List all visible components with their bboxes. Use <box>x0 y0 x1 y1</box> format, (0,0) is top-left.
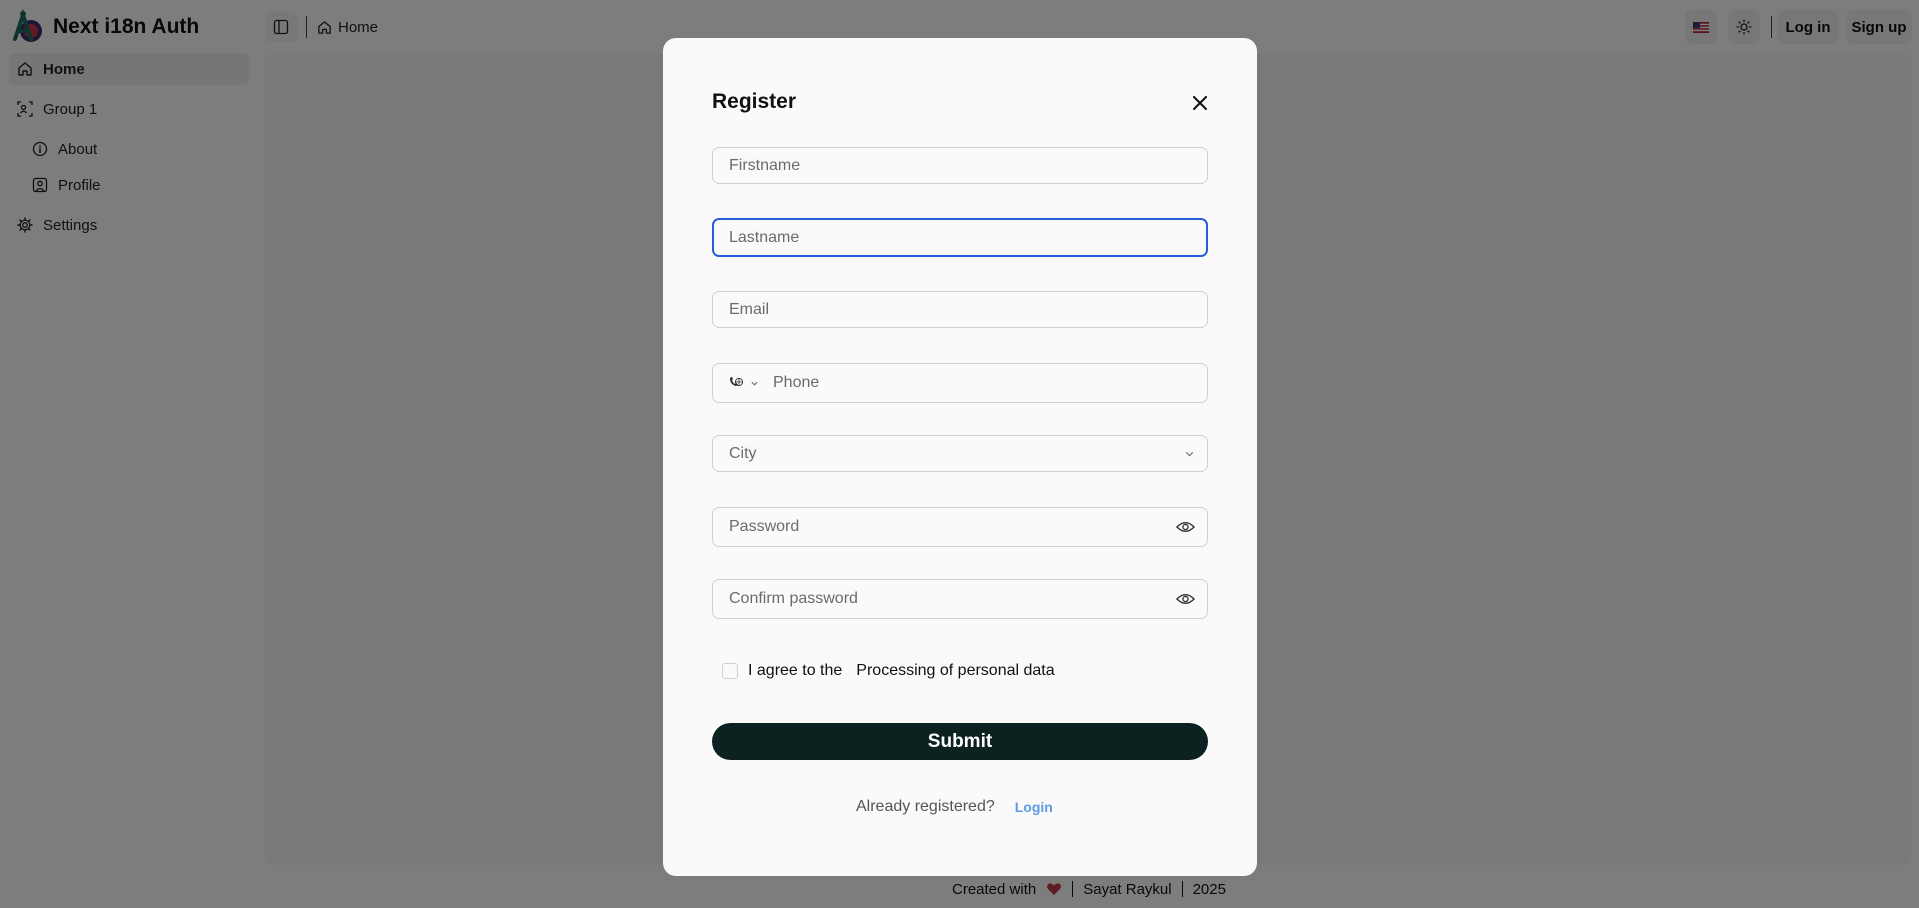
city-placeholder: City <box>729 444 757 462</box>
lastname-input[interactable]: Lastname <box>712 218 1208 257</box>
password-placeholder: Password <box>729 518 800 535</box>
firstname-placeholder: Firstname <box>729 156 801 174</box>
country-select[interactable] <box>725 376 759 390</box>
confirm-password-input[interactable]: Confirm password <box>712 579 1208 619</box>
already-registered-row: Already registered? Login <box>856 798 1053 816</box>
chevron-down-icon <box>1184 448 1195 459</box>
lastname-placeholder: Lastname <box>729 228 800 246</box>
personal-data-link[interactable]: Processing of personal data <box>856 662 1054 680</box>
chevron-down-icon <box>751 381 758 386</box>
submit-button[interactable]: Submit <box>712 723 1208 760</box>
confirm-password-placeholder: Confirm password <box>729 590 858 607</box>
phone-placeholder: Phone <box>773 374 820 391</box>
agree-label: I agree to the <box>748 662 843 679</box>
agree-row: I agree to the Processing of personal da… <box>722 662 1055 680</box>
email-input[interactable]: Email <box>712 291 1208 328</box>
already-registered-text: Already registered? <box>856 798 995 815</box>
dialog-title: Register <box>712 90 797 113</box>
phone-input[interactable]: Phone <box>712 363 1208 403</box>
email-placeholder: Email <box>729 300 770 318</box>
firstname-input[interactable]: Firstname <box>712 147 1208 184</box>
login-link[interactable]: Login <box>1015 799 1053 815</box>
close-icon <box>1193 96 1207 110</box>
register-dialog: Register Firstname Lastname Email Phone … <box>663 38 1257 876</box>
agree-checkbox[interactable] <box>722 663 738 679</box>
close-button[interactable] <box>1187 90 1213 116</box>
password-input[interactable]: Password <box>712 507 1208 547</box>
city-select[interactable]: City <box>712 435 1208 472</box>
eye-icon[interactable] <box>1176 592 1195 606</box>
phone-globe-icon <box>730 377 744 387</box>
eye-icon[interactable] <box>1176 520 1195 534</box>
